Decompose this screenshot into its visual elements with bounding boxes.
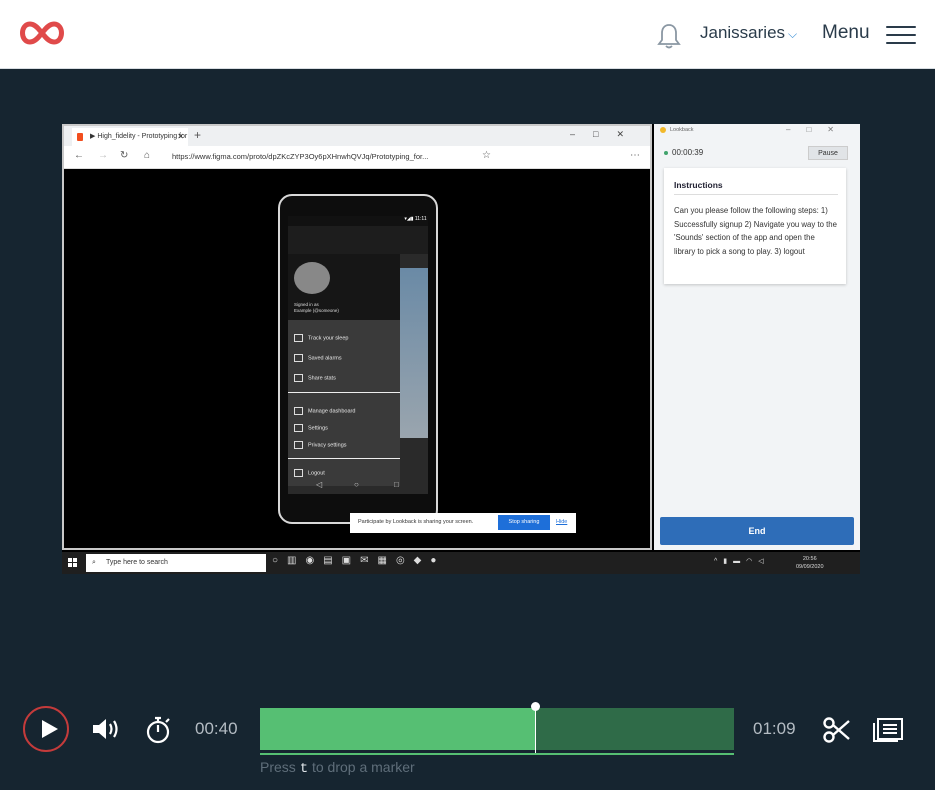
search-icon: ⌕ xyxy=(92,559,96,566)
app-header xyxy=(288,226,428,254)
clock-time: 20:56 xyxy=(802,556,817,562)
more-icon[interactable]: ⋯ xyxy=(630,150,640,161)
reload-icon[interactable]: ↻ xyxy=(120,150,128,161)
top-bar: Janissaries ⌵ Menu xyxy=(0,0,935,69)
background-card xyxy=(400,268,428,438)
play-button[interactable] xyxy=(23,706,69,752)
recording-dot-icon xyxy=(664,150,668,155)
volume-icon[interactable] xyxy=(91,716,123,747)
new-tab-icon[interactable]: + xyxy=(194,128,201,142)
windows-start-icon[interactable] xyxy=(68,558,78,568)
browser-window: ▶ High_fidelity - Prototyping for ✕ + –□… xyxy=(62,124,652,550)
drawer-item-share-stats[interactable]: Share stats xyxy=(294,374,336,382)
forward-icon[interactable]: → xyxy=(98,150,108,161)
total-time: 01:09 xyxy=(753,719,796,738)
taskbar-search[interactable]: ⌕ Type here to search xyxy=(86,554,266,572)
windows-taskbar: ⌕ Type here to search ○▥◉▤▣✉▦◎◆● ^▮▬◠◁ 2… xyxy=(62,552,860,574)
close-icon[interactable]: ✕ xyxy=(177,128,184,146)
player-controls: 00:40 01:09 Press t to drop a marker xyxy=(0,690,935,790)
signed-in-label: Signed in as xyxy=(294,302,319,307)
clock-date: 09/09/2020 xyxy=(796,564,824,570)
star-icon[interactable]: ☆ xyxy=(482,150,491,161)
window-controls[interactable]: –□✕ xyxy=(570,129,642,140)
menu-label[interactable]: Menu xyxy=(822,22,870,44)
lookback-title: Lookback xyxy=(670,127,694,133)
notes-icon[interactable] xyxy=(872,717,904,748)
home-icon[interactable]: ⌂ xyxy=(144,150,150,161)
hide-link[interactable]: Hide xyxy=(556,519,567,525)
avatar xyxy=(294,262,330,294)
instructions-title: Instructions xyxy=(674,180,723,190)
phone-mockup: ▾◢▮ 11:11 Signed in as Example (@someone… xyxy=(278,194,438,524)
address-bar: ← → ↻ ⌂ https://www.figma.com/proto/dpZK… xyxy=(64,146,650,169)
divider xyxy=(674,194,838,195)
hint-key: t xyxy=(299,761,309,777)
recording-timer: 00:00:39 xyxy=(664,148,703,157)
sharing-text: Participate by Lookback is sharing your … xyxy=(358,519,474,525)
hamburger-icon[interactable] xyxy=(886,26,916,44)
chevron-down-icon: ⌵ xyxy=(788,27,798,41)
recording-frame: ▶ High_fidelity - Prototyping for ✕ + –□… xyxy=(62,124,860,574)
taskbar-apps[interactable]: ○▥◉▤▣✉▦◎◆● xyxy=(272,555,445,566)
back-icon[interactable]: ◁ xyxy=(316,480,322,489)
figma-icon xyxy=(77,133,83,141)
browser-tab[interactable]: ▶ High_fidelity - Prototyping for ✕ xyxy=(72,128,188,146)
system-tray[interactable]: ^▮▬◠◁ xyxy=(714,557,770,565)
end-button[interactable]: End xyxy=(660,517,854,545)
drawer-item-saved-alarms[interactable]: Saved alarms xyxy=(294,354,342,362)
sharing-bar: Participate by Lookback is sharing your … xyxy=(350,513,576,533)
browser-tabbar: ▶ High_fidelity - Prototyping for ✕ + –□… xyxy=(64,126,650,146)
drawer-item-logout[interactable]: Logout xyxy=(294,469,325,477)
scissors-icon[interactable] xyxy=(822,715,852,750)
lookback-panel: Lookback –□✕ 00:00:39 Pause Instructions… xyxy=(654,124,860,550)
drawer-item-privacy-settings[interactable]: Privacy settings xyxy=(294,441,347,449)
timeline-track[interactable] xyxy=(260,702,734,753)
instructions-card: Instructions Can you please follow the f… xyxy=(664,168,846,284)
divider xyxy=(288,458,400,459)
logo-icon[interactable] xyxy=(16,20,68,51)
divider xyxy=(288,392,400,393)
marker-hint: Press t to drop a marker xyxy=(260,759,415,777)
timeline-playhead[interactable] xyxy=(530,702,540,753)
drawer-item-settings[interactable]: Settings xyxy=(294,424,328,432)
timeline-progress xyxy=(260,708,535,750)
bell-icon[interactable] xyxy=(656,22,682,55)
drawer-header: Signed in as Example (@someone) xyxy=(288,254,400,320)
back-icon[interactable]: ← xyxy=(74,150,84,161)
current-time: 00:40 xyxy=(195,719,238,738)
url-field[interactable]: https://www.figma.com/proto/dpZKcZYP3Oy6… xyxy=(172,152,428,161)
home-icon[interactable]: ○ xyxy=(354,480,359,489)
instructions-text: Can you please follow the following step… xyxy=(674,206,837,256)
taskbar-search-placeholder: Type here to search xyxy=(106,559,168,566)
phone-navbar: ◁ ○ □ xyxy=(280,480,436,500)
recents-icon[interactable]: □ xyxy=(394,480,399,489)
taskbar-clock[interactable]: 20:56 09/09/2020 xyxy=(796,555,824,571)
username-label: Janissaries xyxy=(700,23,786,42)
user-menu[interactable]: Janissaries ⌵ xyxy=(700,23,797,43)
lookback-titlebar: Lookback –□✕ xyxy=(654,124,860,138)
lookback-icon xyxy=(660,127,666,133)
timeline-marker-line xyxy=(260,753,734,755)
stopwatch-icon[interactable] xyxy=(146,715,172,750)
window-controls[interactable]: –□✕ xyxy=(786,125,850,134)
phone-statusbar: ▾◢▮ 11:11 xyxy=(288,216,428,226)
phone-screen: ▾◢▮ 11:11 Signed in as Example (@someone… xyxy=(288,216,428,494)
stop-sharing-button[interactable]: Stop sharing xyxy=(498,515,550,530)
nav-drawer: Signed in as Example (@someone) Track yo… xyxy=(288,254,400,486)
signed-in-user: Example (@someone) xyxy=(294,308,339,313)
pause-button[interactable]: Pause xyxy=(808,146,848,160)
signed-in-info: Signed in as Example (@someone) xyxy=(294,302,339,314)
drawer-item-manage-dashboard[interactable]: Manage dashboard xyxy=(294,407,355,415)
drawer-item-track-sleep[interactable]: Track your sleep xyxy=(294,334,348,342)
browser-tab-title: ▶ High_fidelity - Prototyping for xyxy=(90,133,188,140)
